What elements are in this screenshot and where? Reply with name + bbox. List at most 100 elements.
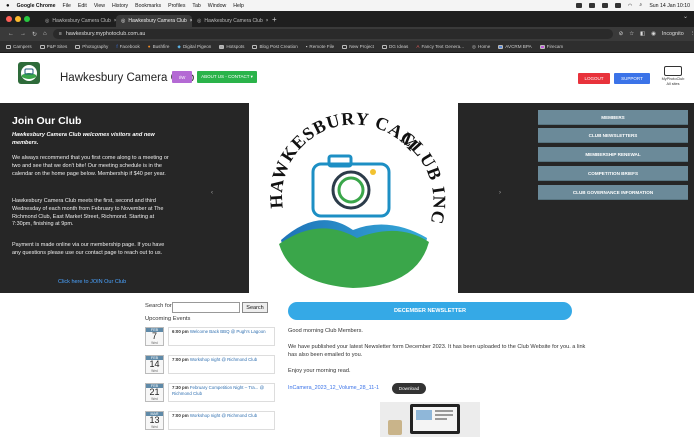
bookmark-item[interactable]: P&P Sites — [39, 44, 67, 49]
more-menu-icon[interactable]: ⋮ — [690, 31, 694, 37]
apple-icon[interactable]: ● — [6, 3, 10, 9]
address-bar[interactable]: ≡ hawkesbury.myphotoclub.com.au — [52, 29, 613, 39]
reload-icon[interactable]: ↻ — [32, 31, 37, 38]
folder-icon — [381, 44, 387, 49]
menubar-tab[interactable]: Tab — [192, 3, 200, 9]
close-tab-icon[interactable]: × — [266, 18, 268, 24]
carousel-next-icon[interactable]: › — [499, 190, 501, 196]
star-icon[interactable]: ☆ — [629, 31, 634, 37]
bookmark-item[interactable]: New Project — [342, 44, 374, 49]
site-icon — [219, 44, 225, 49]
sidepanel-icon[interactable]: ◧ — [640, 31, 645, 37]
menu-club-newsletters[interactable]: CLUB NEWSLETTERS — [538, 128, 688, 143]
bookmark-item[interactable]: f Facebook — [116, 44, 139, 49]
bookmark-item[interactable]: Blog Post Creation — [252, 44, 298, 49]
search-icon[interactable]: ⌕ — [639, 2, 642, 9]
search-input[interactable] — [172, 302, 240, 313]
logout-button[interactable]: LOGOUT — [578, 73, 610, 84]
tab-title: Hawkesbury Camera Club — [52, 18, 111, 24]
menu-label: COMPETITION BRIEFS — [587, 170, 639, 176]
upcoming-events-heading: Upcoming Events — [145, 316, 191, 322]
bookmark-item[interactable]: DG Ideas — [381, 44, 408, 49]
event-title[interactable]: Welcome Back BBQ @ Pugh's Lagoon — [190, 329, 266, 334]
status-icon[interactable] — [601, 3, 608, 8]
event-item[interactable]: FEB 7 Wed 6:00 pm Welcome Back BBQ @ Pug… — [145, 327, 275, 346]
new-tab-button[interactable]: + — [272, 15, 277, 24]
maximize-window-button[interactable] — [24, 16, 30, 22]
support-button[interactable]: SUPPORT — [614, 73, 650, 84]
download-button[interactable]: Download — [392, 383, 426, 394]
menubar-bookmarks[interactable]: Bookmarks — [135, 3, 161, 9]
bookmark-label: Bushfire — [152, 44, 170, 49]
carousel-prev-icon[interactable]: ‹ — [211, 190, 213, 196]
bookmark-item[interactable]: ◎ Home — [472, 44, 490, 50]
menubar-edit[interactable]: Edit — [78, 3, 87, 9]
menubar-file[interactable]: File — [63, 3, 71, 9]
bookmark-label: Fancy Text Genera... — [421, 44, 464, 49]
event-title[interactable]: Workshop night @ Richmond Club — [190, 357, 257, 362]
menubar-help[interactable]: Help — [233, 3, 244, 9]
window-controls — [6, 16, 30, 22]
club-logo-small[interactable] — [18, 62, 40, 84]
close-window-button[interactable] — [6, 16, 12, 22]
menu-competition-briefs[interactable]: COMPETITION BRIEFS — [538, 166, 688, 181]
chevron-down-icon[interactable]: ⌄ — [683, 13, 688, 20]
search-button[interactable]: Search — [242, 302, 268, 313]
about-contact-button[interactable]: ABOUT US - CONTACT ▾ — [197, 71, 257, 83]
event-item[interactable]: FEB 14 Wed 7:00 pm Workshop night @ Rich… — [145, 355, 275, 374]
menubar-window[interactable]: Window — [208, 3, 226, 9]
search-label: Search for: — [145, 303, 174, 309]
join-club-link[interactable]: Click here to JOIN Our Club — [58, 279, 126, 285]
globe-icon: ◎ — [45, 18, 50, 24]
bookmark-item[interactable]: A Fancy Text Genera... — [416, 44, 464, 49]
tab-title: Hawkesbury Camera Club — [128, 18, 187, 24]
newsletter-file-link[interactable]: InCamera_2023_12_Volume_28_11-1 — [288, 385, 379, 391]
eye-off-icon[interactable]: ⊘ — [619, 31, 624, 37]
status-icon[interactable] — [588, 3, 595, 8]
event-title[interactable]: Workshop night @ Richmond Club — [190, 413, 257, 418]
menubar-clock[interactable]: Sun 14 Jan 10:10 — [649, 3, 690, 9]
newsletter-greeting: Good morning Club Members. — [288, 328, 363, 334]
menu-membership-renewal[interactable]: MEMBERSHIP RENEWAL — [538, 147, 688, 162]
browser-tab-active[interactable]: ◎ Hawkesbury Camera Club × — [116, 15, 192, 27]
status-icon[interactable] — [575, 3, 582, 8]
profile-label[interactable]: Incognito — [662, 31, 684, 37]
minimize-window-button[interactable] — [15, 16, 21, 22]
event-details: 7:30 pm February Competition Night – Tra… — [168, 383, 275, 402]
december-newsletter-button[interactable]: DECEMBER NEWSLETTER — [288, 302, 572, 320]
menubar-view[interactable]: View — [94, 3, 105, 9]
myphotoclub-link[interactable]: MyPhotoClub All sites — [660, 66, 686, 86]
menubar-history[interactable]: History — [112, 3, 128, 9]
menu-label: MEMBERSHIP RENEWAL — [585, 151, 641, 157]
bookmark-item[interactable]: AVCRM BPA — [498, 44, 532, 49]
browser-tab[interactable]: ◎ Hawkesbury Camera Club × — [40, 15, 116, 27]
home-icon[interactable]: ⌂ — [43, 31, 47, 37]
bookmark-item[interactable]: ● Bushfire — [148, 44, 170, 49]
menu-members[interactable]: MEMBERS — [538, 110, 688, 125]
iw-button[interactable]: I/W — [172, 71, 192, 83]
forward-icon[interactable]: → — [20, 31, 26, 37]
battery-icon[interactable] — [614, 3, 621, 8]
site-info-icon[interactable]: ≡ — [59, 31, 62, 37]
back-icon[interactable]: ← — [8, 31, 14, 37]
site-icon — [498, 44, 504, 49]
menubar-app-name[interactable]: Google Chrome — [17, 3, 56, 9]
browser-tab[interactable]: ◎ Hawkesbury Camera Club × — [192, 15, 268, 27]
camera-logo-icon — [21, 65, 37, 81]
menu-club-governance[interactable]: CLUB GOVERNANCE INFORMATION — [538, 185, 688, 200]
logo-arc-text-top: HAWKESBURY CAMERA — [249, 98, 423, 209]
macos-menubar: ● Google Chrome File Edit View History B… — [0, 0, 694, 11]
bookmark-item[interactable]: Photography — [75, 44, 108, 49]
bookmark-item[interactable]: ▪ Remote File — [306, 44, 334, 49]
bookmark-item[interactable]: Hotspots — [219, 44, 244, 49]
menubar-profiles[interactable]: Profiles — [168, 3, 185, 9]
bookmark-item[interactable]: ◆ Digital Pigeon — [177, 44, 211, 50]
menubar-status-area: ◠ ⌕ Sun 14 Jan 10:10 — [575, 0, 690, 11]
all-sites-label: All sites — [666, 81, 680, 86]
bookmark-item[interactable]: Firecam — [539, 44, 563, 49]
bookmark-item[interactable]: Campers — [6, 44, 32, 49]
event-item[interactable]: MAR 13 Wed 7:00 pm Workshop night @ Rich… — [145, 411, 275, 430]
wifi-icon[interactable]: ◠ — [628, 3, 633, 9]
event-item[interactable]: FEB 21 Wed 7:30 pm February Competition … — [145, 383, 275, 402]
calendar-date-badge: FEB 14 Wed — [145, 355, 164, 374]
